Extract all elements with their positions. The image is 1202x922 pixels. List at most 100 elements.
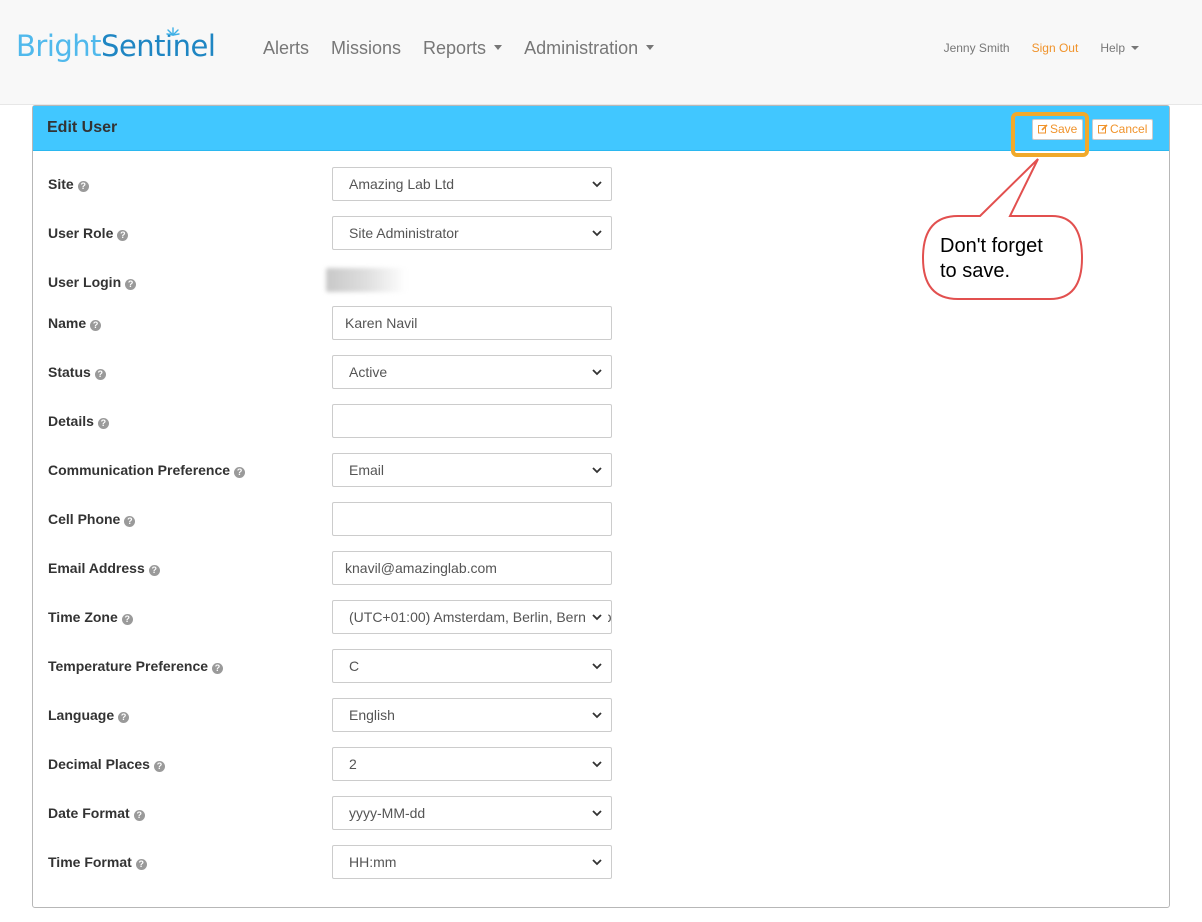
communication-preference-value: Email — [349, 462, 385, 478]
temperature-preference-label: Temperature Preference? — [48, 658, 224, 674]
sign-out-link[interactable]: Sign Out — [1021, 40, 1090, 56]
nav-alerts-label: Alerts — [263, 38, 310, 58]
form-row-email-address: Email Address? knavil@amazinglab.com — [48, 551, 1148, 585]
date-format-select[interactable]: yyyy-MM-dd — [332, 796, 612, 830]
communication-preference-select[interactable]: Email — [332, 453, 612, 487]
time-zone-label: Time Zone? — [48, 609, 133, 625]
main-nav: Alerts Missions Reports Administration — [252, 36, 665, 60]
nav-missions[interactable]: Missions — [320, 36, 412, 60]
chevron-down-icon — [592, 369, 602, 376]
chevron-down-icon — [592, 810, 602, 817]
time-format-value: HH:mm — [349, 854, 397, 870]
form-row-communication-preference: Communication Preference? Email — [48, 453, 1148, 487]
form-row-time-zone: Time Zone? (UTC+01:00) Amsterdam, Berlin… — [48, 600, 1148, 634]
nav-administration-dropdown[interactable]: Administration — [513, 36, 665, 60]
user-nav: Jenny Smith Sign Out Help — [933, 40, 1150, 56]
help-icon[interactable]: ? — [77, 181, 89, 192]
caret-down-icon — [646, 44, 655, 50]
user-login-value-redacted — [326, 268, 406, 292]
help-icon[interactable]: ? — [118, 712, 130, 723]
decimal-places-select[interactable]: 2 — [332, 747, 612, 781]
nav-alerts[interactable]: Alerts — [252, 36, 320, 60]
email-address-label-text: Email Address — [48, 560, 145, 576]
form-row-temperature-preference: Temperature Preference? C — [48, 649, 1148, 683]
help-icon[interactable]: ? — [148, 565, 160, 576]
nav-administration-label: Administration — [524, 38, 639, 58]
callout-text: Don't forget to save. — [940, 234, 1043, 284]
form-row-language: Language? English — [48, 698, 1148, 732]
user-name-link[interactable]: Jenny Smith — [933, 40, 1021, 56]
help-icon[interactable]: ? — [125, 279, 137, 290]
form-row-decimal-places: Decimal Places? 2 — [48, 747, 1148, 781]
name-input[interactable]: Karen Navil — [332, 306, 612, 340]
user-role-select[interactable]: Site Administrator — [332, 216, 612, 250]
help-dropdown[interactable]: Help — [1089, 40, 1150, 56]
help-icon[interactable]: ? — [90, 320, 102, 331]
site-label-text: Site — [48, 176, 74, 192]
time-format-label-text: Time Format — [48, 854, 132, 870]
callout-line-1: Don't forget — [940, 235, 1043, 257]
language-label-text: Language — [48, 707, 115, 723]
status-select[interactable]: Active — [332, 355, 612, 389]
communication-preference-label-text: Communication Preference — [48, 462, 231, 478]
help-icon[interactable]: ? — [124, 516, 136, 527]
help-icon[interactable]: ? — [133, 810, 145, 821]
caret-down-icon — [494, 44, 503, 50]
nav-reports-dropdown[interactable]: Reports — [412, 36, 513, 60]
temperature-preference-select[interactable]: C — [332, 649, 612, 683]
callout-line-2: to save. — [940, 260, 1011, 282]
language-select[interactable]: English — [332, 698, 612, 732]
brand-logo[interactable]: BrightSentinel — [16, 26, 216, 66]
decimal-places-value: 2 — [349, 756, 357, 772]
chevron-down-icon — [592, 761, 602, 768]
chevron-down-icon — [592, 230, 602, 237]
name-label: Name? — [48, 315, 102, 331]
user-role-value: Site Administrator — [349, 225, 459, 241]
caret-down-icon — [1131, 45, 1139, 50]
cancel-button[interactable]: Cancel — [1092, 119, 1154, 140]
user-login-label-text: User Login — [48, 274, 122, 290]
help-icon[interactable]: ? — [117, 230, 129, 241]
help-icon[interactable]: ? — [97, 418, 109, 429]
help-icon[interactable]: ? — [212, 663, 224, 674]
time-format-select[interactable]: HH:mm — [332, 845, 612, 879]
help-icon[interactable]: ? — [94, 369, 106, 380]
nav-missions-label: Missions — [331, 38, 402, 58]
form-row-details: Details? — [48, 404, 1148, 438]
site-select[interactable]: Amazing Lab Ltd — [332, 167, 612, 201]
email-address-label: Email Address? — [48, 560, 160, 576]
help-icon[interactable]: ? — [121, 614, 133, 625]
chevron-down-icon — [592, 613, 602, 621]
status-value: Active — [349, 364, 388, 380]
time-zone-select[interactable]: (UTC+01:00) Amsterdam, Berlin, Bern, Rom… — [332, 600, 612, 634]
time-format-label: Time Format? — [48, 854, 147, 870]
cancel-label: Cancel — [1110, 122, 1148, 136]
cell-phone-label-text: Cell Phone — [48, 511, 121, 527]
help-icon[interactable]: ? — [234, 467, 246, 478]
cell-phone-input[interactable] — [332, 502, 612, 536]
language-value: English — [349, 707, 395, 723]
temperature-preference-value: C — [349, 658, 360, 674]
time-zone-label-text: Time Zone — [48, 609, 118, 625]
help-icon[interactable]: ? — [135, 859, 147, 870]
form-row-status: Status? Active — [48, 355, 1148, 389]
time-zone-value: (UTC+01:00) Amsterdam, Berlin, Bern, Rom… — [349, 609, 612, 625]
decimal-places-label-text: Decimal Places — [48, 756, 150, 772]
form-row-cell-phone: Cell Phone? — [48, 502, 1148, 536]
form-row-time-format: Time Format? HH:mm — [48, 845, 1148, 879]
chevron-down-icon — [592, 712, 602, 719]
logo-spark-icon — [166, 27, 180, 36]
site-label: Site? — [48, 176, 89, 192]
chevron-down-icon — [592, 467, 602, 474]
details-label-text: Details — [48, 413, 94, 429]
form-row-name: Name? Karen Navil — [48, 306, 1148, 340]
email-address-input[interactable]: knavil@amazinglab.com — [332, 551, 612, 585]
edit-icon — [1098, 124, 1108, 134]
help-icon[interactable]: ? — [153, 761, 165, 772]
chevron-down-icon — [592, 859, 602, 866]
date-format-value: yyyy-MM-dd — [349, 805, 426, 821]
panel-title: Edit User — [47, 119, 118, 136]
date-format-label-text: Date Format — [48, 805, 130, 821]
details-input[interactable] — [332, 404, 612, 438]
user-role-label-text: User Role — [48, 225, 114, 241]
